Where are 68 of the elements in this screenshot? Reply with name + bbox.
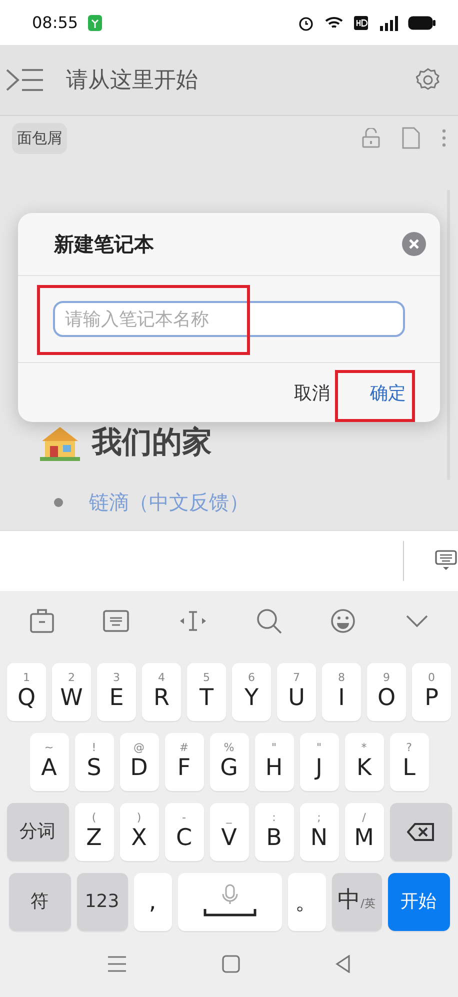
keyboard-key[interactable]: 分词 — [6, 803, 68, 861]
keyboard-key[interactable]: , — [134, 873, 172, 931]
enter-key[interactable]: 开始 — [388, 873, 450, 931]
keyboard-key[interactable]: @ D — [120, 733, 158, 791]
space-key[interactable] — [178, 873, 282, 931]
signal-icon — [378, 14, 398, 30]
document-icon[interactable] — [402, 127, 420, 149]
keyboard-key[interactable]: " J — [300, 733, 338, 791]
keyboard-key[interactable]: 123 — [76, 873, 128, 931]
keyboard-key[interactable]: * K — [344, 733, 384, 791]
battery-icon — [408, 16, 436, 30]
settings-icon[interactable] — [416, 68, 440, 92]
keyboard-key[interactable]: 4 R — [142, 663, 181, 721]
hd-icon — [354, 16, 368, 30]
keyboard-key[interactable]: 1 Q — [7, 663, 46, 721]
back-icon[interactable] — [334, 955, 351, 973]
unlock-icon[interactable] — [362, 128, 380, 148]
keyboard-key[interactable]: 中/英 — [332, 873, 382, 931]
menu-icon[interactable] — [107, 956, 128, 972]
keyboard-icon[interactable] — [103, 610, 130, 632]
keyboard-key[interactable]: % G — [210, 733, 248, 791]
backspace-icon — [406, 822, 434, 842]
keyboard-key[interactable]: ( Z — [74, 803, 114, 861]
alarm-icon — [298, 14, 314, 30]
bullet-dot — [54, 498, 63, 507]
keyboard-key[interactable]: ; N — [300, 803, 338, 861]
section-heading: 我们的家 — [92, 424, 212, 462]
app-notification-icon — [88, 14, 102, 30]
keyboard-key[interactable]: 符 — [8, 873, 70, 931]
clipboard-icon[interactable] — [29, 608, 56, 634]
emoji-icon[interactable] — [330, 608, 356, 634]
keyboard-key[interactable]: " H — [254, 733, 294, 791]
keyboard-key[interactable]: 3 E — [97, 663, 136, 721]
breadcrumb-button[interactable]: 面包屑 — [12, 122, 67, 154]
keyboard-key[interactable]: 9 O — [367, 663, 406, 721]
keyboard-key[interactable]: 7 U — [277, 663, 316, 721]
close-icon[interactable] — [402, 232, 426, 256]
keyboard-key[interactable]: 6 Y — [232, 663, 271, 721]
search-icon[interactable] — [256, 608, 282, 634]
keyboard-key[interactable]: - C — [164, 803, 204, 861]
house-icon — [40, 424, 80, 460]
keyboard-key[interactable]: ) X — [120, 803, 158, 861]
cancel-button[interactable]: 取消 — [292, 376, 332, 408]
backspace-key[interactable] — [390, 803, 452, 861]
keyboard-key[interactable]: # F — [164, 733, 204, 791]
keyboard-key[interactable]: ! S — [74, 733, 114, 791]
page-title: 请从这里开始 — [66, 67, 199, 95]
keyboard-key[interactable]: 。 — [288, 873, 326, 931]
menu-icon[interactable] — [6, 68, 44, 92]
status-time: 08:55 — [32, 13, 78, 32]
keyboard-hide-icon[interactable] — [434, 549, 458, 573]
keyboard-key[interactable]: 2 W — [52, 663, 91, 721]
keyboard-key[interactable]: ? L — [390, 733, 428, 791]
cursor-icon[interactable] — [178, 610, 208, 632]
keyboard-key[interactable]: ~ A — [30, 733, 68, 791]
keyboard-key[interactable]: 8 I — [322, 663, 361, 721]
wifi-icon — [324, 14, 344, 30]
keyboard-key[interactable]: : B — [254, 803, 294, 861]
collapse-icon[interactable] — [404, 614, 429, 628]
more-icon[interactable] — [442, 129, 446, 147]
dialog-title: 新建笔记本 — [54, 230, 154, 258]
home-button-icon[interactable] — [222, 955, 240, 973]
keyboard-key[interactable]: / M — [344, 803, 384, 861]
keyboard-key[interactable]: 0 P — [412, 663, 451, 721]
keyboard-key[interactable]: _ V — [210, 803, 248, 861]
notebook-name-field[interactable]: 请输入笔记本名称 — [53, 301, 405, 337]
keyboard-key[interactable]: 5 T — [187, 663, 226, 721]
confirm-button[interactable]: 确定 — [368, 376, 408, 408]
